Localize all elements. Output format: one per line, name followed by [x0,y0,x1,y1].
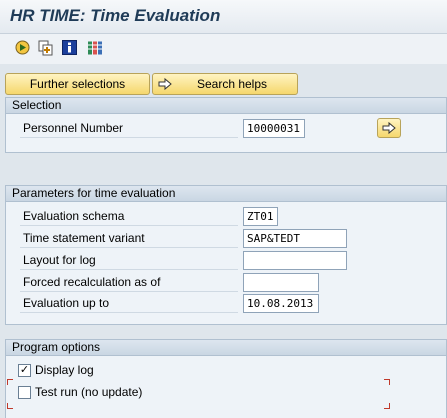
sap-screen: HR TIME: Time Evaluation Further selecti… [0,0,447,418]
evaluation-up-to-label: Evaluation up to [20,294,238,313]
test-run-checkbox[interactable] [18,386,31,399]
arrow-right-icon [382,121,396,135]
multiple-selection-button[interactable] [377,118,401,138]
evaluation-up-to-input[interactable]: 10.08.2013 [243,294,319,313]
parameters-group: Parameters for time evaluation Evaluatio… [5,185,447,325]
focus-corner-icon [384,379,390,385]
further-selections-button[interactable]: Further selections [5,73,150,95]
time-statement-variant-label: Time statement variant [20,229,238,248]
display-log-checkbox[interactable]: ✓ [18,364,31,377]
focus-corner-icon [384,403,390,409]
layout-icon[interactable] [86,39,103,56]
layout-for-log-input[interactable] [243,251,347,270]
selection-header: Selection [6,98,446,114]
further-selections-label: Further selections [29,77,126,91]
forced-recalculation-input[interactable] [243,273,319,292]
time-statement-variant-input[interactable]: SAP&TEDT [243,229,347,248]
program-options-group: Program options ✓ Display log Test run (… [5,339,447,418]
checkmark-icon: ✓ [19,364,30,376]
test-run-label: Test run (no update) [35,385,143,399]
personnel-number-label: Personnel Number [20,119,238,138]
selection-group: Selection Personnel Number 10000031 [5,97,447,153]
arrow-right-icon [158,77,172,94]
title-bar: HR TIME: Time Evaluation [0,0,447,34]
personnel-number-input[interactable]: 10000031 [243,119,305,138]
variant-icon[interactable] [37,39,54,56]
page-title: HR TIME: Time Evaluation [10,6,221,25]
parameters-header: Parameters for time evaluation [6,186,446,202]
focus-corner-icon [7,403,13,409]
execute-icon[interactable] [14,39,31,56]
evaluation-schema-input[interactable]: ZT01 [243,207,278,226]
info-icon[interactable] [61,39,78,56]
application-toolbar [0,34,447,64]
search-helps-label: Search helps [196,77,268,91]
display-log-label: Display log [35,363,94,377]
focus-corner-icon [7,379,13,385]
layout-for-log-label: Layout for log [20,251,238,270]
evaluation-schema-label: Evaluation schema [20,207,238,226]
search-helps-button[interactable]: Search helps [152,73,298,95]
program-options-header: Program options [6,340,446,356]
forced-recalculation-label: Forced recalculation as of [20,273,238,292]
